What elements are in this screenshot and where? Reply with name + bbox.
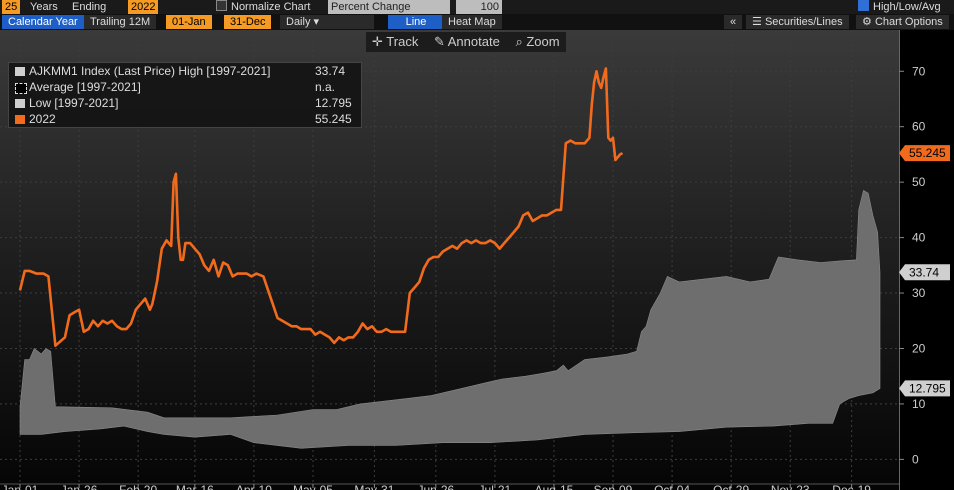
trailing-tab[interactable]: Trailing 12M [84,15,157,29]
frequency-select[interactable]: Daily ▾ [280,15,374,29]
x-tick-label: Oct-29 [713,483,749,490]
chart-controls: ✛ Track ✎ Annotate ⌕ Zoom [366,32,566,52]
x-tick-label: Feb-20 [119,483,157,490]
x-tick-label: May-05 [293,483,333,490]
legend-label: 2022 [29,112,56,126]
frequency-label: Daily [286,16,311,28]
x-tick-label: Aug-15 [535,483,574,490]
y-tick-label: 30 [912,286,926,300]
legend-label: AJKMM1 Index (Last Price) High [1997-202… [29,64,271,78]
legend-row-average: Average [1997-2021] n.a. [9,79,361,95]
x-tick-label: Mar-16 [176,483,214,490]
collapse-button[interactable]: « [724,15,743,29]
y-tick-label: 20 [912,341,926,355]
value-label-text: 33.74 [909,265,939,279]
x-tick-label: Jan-26 [61,483,98,490]
legend-swatch-high [15,67,25,76]
legend-row-high: AJKMM1 Index (Last Price) High [1997-202… [9,63,361,79]
magnifier-icon: ⌕ [515,34,523,49]
checkbox-icon [216,0,227,11]
high-low-avg-label: High/Low/Avg [873,1,941,13]
chart-options-button[interactable]: ⚙ Chart Options [856,15,949,29]
value-label-text: 12.795 [909,381,946,395]
chart-options-label: Chart Options [874,16,943,28]
y-tick-label: 60 [912,120,926,134]
securities-lines-label: Securities/Lines [764,16,843,28]
annotate-button[interactable]: ✎ Annotate [428,32,506,52]
normalize-toggle[interactable]: Normalize Chart [216,0,310,14]
calendar-year-tab[interactable]: Calendar Year [2,15,84,29]
y-tick-label: 0 [912,452,919,466]
ending-label: Ending [72,1,107,13]
legend-value: 12.795 [315,96,352,110]
zoom-label: Zoom [526,34,560,49]
line-tab[interactable]: Line [388,15,444,29]
y-tick-label: 40 [912,231,926,245]
legend: AJKMM1 Index (Last Price) High [1997-202… [8,62,362,128]
y-tick-label: 10 [912,397,926,411]
start-date-input[interactable]: 01-Jan [166,15,212,29]
legend-swatch-low [15,99,25,108]
legend-value: 33.74 [315,64,346,78]
legend-swatch-average [15,83,27,94]
x-tick-label: Apr-10 [236,483,272,490]
legend-row-2022: 2022 55.245 [9,111,361,127]
heatmap-tab[interactable]: Heat Map [442,15,502,29]
x-tick-label: Jan-01 [2,483,39,490]
crosshair-icon: ✛ [372,34,383,49]
top-toolbar: 25 Years Ending 2022 Normalize Chart Per… [0,0,954,14]
x-tick-label: Nov-23 [771,483,810,490]
years-input[interactable]: 25 [2,0,21,14]
legend-value: 55.245 [315,112,352,126]
annotate-label: Annotate [447,34,500,49]
secondary-toolbar: Calendar Year Trailing 12M 01-Jan 31-Dec… [0,14,954,30]
legend-row-low: Low [1997-2021] 12.795 [9,95,361,111]
x-tick-label: Jul-21 [479,483,512,490]
sliders-icon: ☰ [752,16,762,28]
securities-lines-button[interactable]: ☰ Securities/Lines [746,15,849,29]
x-tick-label: May-31 [354,483,394,490]
x-tick-label: Dec-19 [832,483,871,490]
y-tick-label: 50 [912,175,926,189]
y-tick-label: 70 [912,64,926,78]
end-date-input[interactable]: 31-Dec [224,15,272,29]
gear-icon: ⚙ [862,16,872,28]
high-low-avg-toggle[interactable]: High/Low/Avg [858,0,941,14]
x-tick-label: Oct-04 [654,483,690,490]
normalize-label: Normalize Chart [231,1,311,13]
checkbox-checked-icon [858,0,869,11]
track-label: Track [386,34,419,49]
base-value-input[interactable]: 100 [456,0,502,14]
legend-value: n.a. [315,80,336,94]
chevron-down-icon: ▾ [313,16,320,28]
legend-label: Average [1997-2021] [29,80,141,94]
ending-year-input[interactable]: 2022 [128,0,159,14]
years-label: Years [30,1,58,13]
track-button[interactable]: ✛ Track [366,32,424,52]
pencil-icon: ✎ [433,34,445,49]
x-tick-label: Sep-09 [594,483,633,490]
percent-change-select[interactable]: Percent Change [328,0,450,14]
value-label-text: 55.245 [909,146,946,160]
legend-label: Low [1997-2021] [29,96,119,110]
zoom-button[interactable]: ⌕ Zoom [509,32,565,52]
legend-swatch-2022 [15,115,25,124]
x-tick-label: Jun-26 [417,483,454,490]
